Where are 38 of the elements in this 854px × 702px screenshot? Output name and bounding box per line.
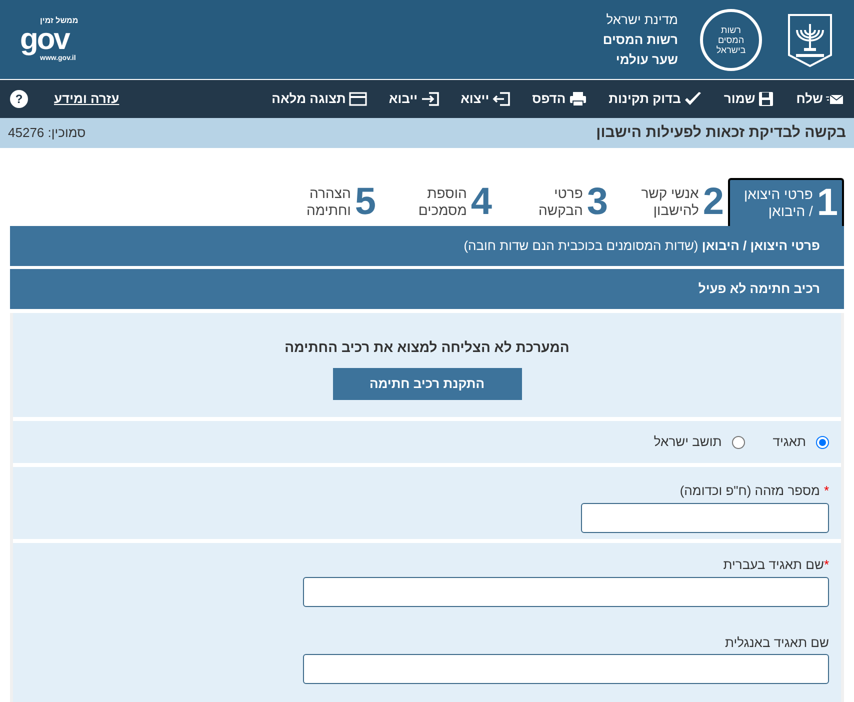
radio-label: תאגיד — [772, 433, 806, 452]
portal-name: שער עולמי — [614, 50, 678, 68]
field-label: שם תאגיד בעברית — [723, 556, 824, 574]
state-name: מדינת ישראל — [605, 10, 678, 28]
checkmark-icon — [684, 91, 702, 107]
section-title: פרטי היצואן / היבואן (שדות המסומנים בכוכבית הנם שדות חובה) — [464, 237, 820, 256]
required-mark: * — [824, 556, 829, 574]
help-link[interactable]: עזרה ומידע — [54, 89, 120, 109]
signature-title: רכיב חתימה לא פעיל — [698, 280, 820, 298]
page-title: בקשה לבדיקת זכאות לפעילות הישבון — [596, 122, 846, 143]
install-button[interactable]: התקנת רכיב חתימה — [332, 368, 522, 400]
toolbar-button[interactable]: תצוגה מלאה — [272, 89, 367, 109]
required-mark: * — [824, 482, 829, 500]
exit-arrow-icon — [492, 91, 510, 107]
field-label: מספר מזהה (ח"פ וכדומה) — [680, 482, 820, 500]
toolbar-button[interactable]: שמור — [724, 89, 774, 109]
input-field[interactable] — [303, 654, 829, 684]
envelope-icon — [826, 92, 844, 106]
reference-number: סמוכין: 45276 — [8, 124, 86, 142]
toolbar-button[interactable]: בדוק תקינות — [608, 89, 702, 109]
toolbar-button[interactable]: שלח — [796, 89, 844, 109]
emblem-icon — [786, 12, 834, 68]
toolbar-button[interactable]: ייבוא — [388, 89, 439, 109]
printer-icon — [568, 91, 587, 107]
radio-label: תושב ישראל — [654, 433, 722, 452]
authority-name: רשות המסים — [602, 30, 678, 48]
toolbar-button[interactable]: הדפס — [532, 89, 587, 109]
tax-authority-logo: רשות המסים בישראל — [700, 8, 762, 70]
help-icon: ? — [10, 90, 28, 108]
field-label: שם תאגיד באנגלית — [725, 634, 829, 652]
radio-button[interactable] — [816, 436, 829, 448]
window-icon — [348, 91, 367, 107]
input-field[interactable] — [303, 576, 829, 606]
enter-arrow-icon — [420, 91, 439, 107]
radio-button[interactable] — [732, 436, 745, 448]
signature-message: המערכת לא הצליחה למצוא את רכיב החתימה — [284, 338, 570, 357]
toolbar-button[interactable]: ייצוא — [460, 89, 510, 109]
input-field[interactable] — [581, 502, 829, 532]
